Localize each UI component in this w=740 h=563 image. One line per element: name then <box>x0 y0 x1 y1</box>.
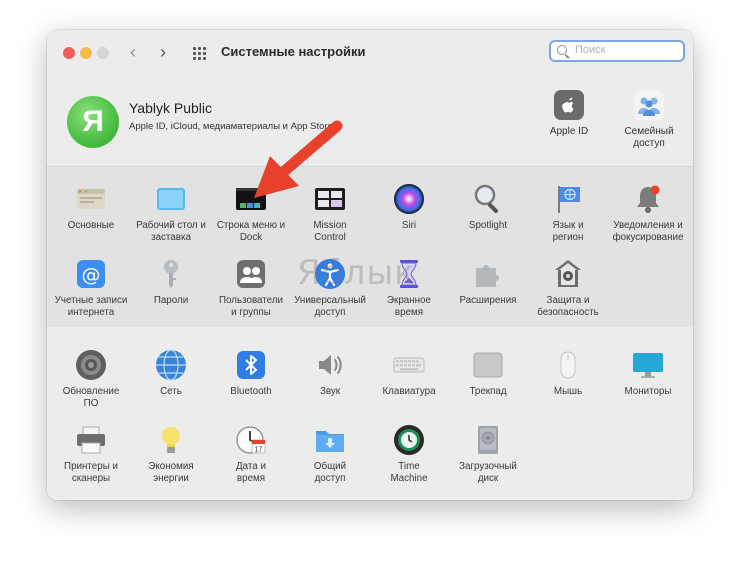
pointer-arrow-annotation <box>254 120 343 198</box>
